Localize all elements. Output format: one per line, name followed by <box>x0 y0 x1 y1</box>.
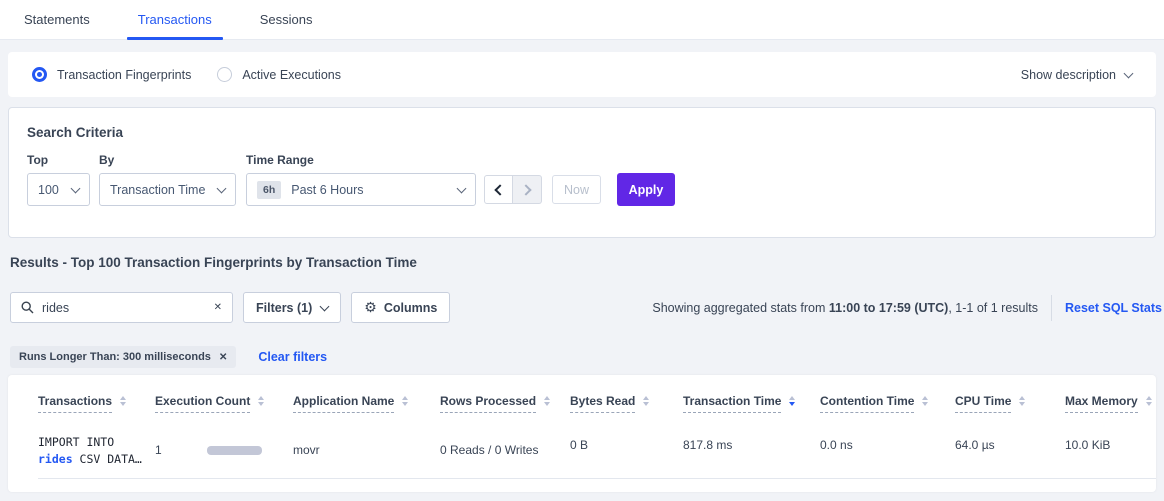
column-header-application-name[interactable]: Application Name <box>293 394 440 413</box>
show-description-label: Show description <box>1021 68 1116 82</box>
table-header-row: Transactions Execution Count Application… <box>38 375 1156 413</box>
filters-button-label: Filters (1) <box>256 301 312 315</box>
transaction-time-cell: 817.8 ms <box>683 426 820 478</box>
columns-button-label: Columns <box>384 301 437 315</box>
sort-icon <box>544 396 550 406</box>
table-row: IMPORT INTO rides CSV DATA… 1 movr 0 Rea… <box>38 426 1156 479</box>
clear-filters-link[interactable]: Clear filters <box>258 350 327 364</box>
column-header-contention-time[interactable]: Contention Time <box>820 394 955 413</box>
radio-active-executions-label: Active Executions <box>242 68 341 82</box>
filter-chip-label: Runs Longer Than: 300 milliseconds <box>19 351 211 363</box>
chevron-down-icon <box>217 183 227 193</box>
view-toggle-card: Transaction Fingerprints Active Executio… <box>8 52 1156 97</box>
tab-transactions-label: Transactions <box>138 12 212 27</box>
column-header-cpu-time[interactable]: CPU Time <box>955 394 1065 413</box>
search-criteria-title: Search Criteria <box>27 125 1155 140</box>
sort-icon <box>120 396 126 406</box>
results-table: Transactions Execution Count Application… <box>8 375 1156 492</box>
tab-sessions[interactable]: Sessions <box>249 0 324 39</box>
filter-chip-close-icon[interactable]: ✕ <box>219 352 227 363</box>
time-range-prev-button[interactable] <box>484 175 513 204</box>
radio-transaction-fingerprints-label: Transaction Fingerprints <box>57 68 191 82</box>
sort-icon <box>1019 396 1025 406</box>
execution-count-cell: 1 <box>155 426 293 478</box>
filters-button[interactable]: Filters (1) <box>243 292 341 323</box>
column-header-rows-processed[interactable]: Rows Processed <box>440 394 570 413</box>
column-header-transaction-time[interactable]: Transaction Time <box>683 394 820 413</box>
by-select[interactable]: Transaction Time <box>99 173 236 206</box>
search-icon <box>21 301 34 314</box>
search-clear-icon[interactable]: ✕ <box>214 302 222 313</box>
results-heading: Results - Top 100 Transaction Fingerprin… <box>10 255 417 270</box>
by-label: By <box>99 153 236 167</box>
bytes-read-cell: 0 B <box>570 426 683 478</box>
search-input[interactable] <box>42 301 202 315</box>
tab-statements[interactable]: Statements <box>13 0 101 39</box>
by-select-value: Transaction Time <box>110 183 205 197</box>
tab-transactions[interactable]: Transactions <box>127 0 223 39</box>
time-range-value: Past 6 Hours <box>291 183 363 197</box>
top-select-value: 100 <box>38 183 59 197</box>
time-range-badge: 6h <box>257 181 281 199</box>
max-memory-cell: 10.0 KiB <box>1065 426 1150 478</box>
active-filters-row: Runs Longer Than: 300 milliseconds ✕ Cle… <box>10 346 327 368</box>
chevron-down-icon <box>71 183 81 193</box>
chevron-down-icon <box>457 183 467 193</box>
chevron-left-icon <box>494 184 505 195</box>
stats-text: Showing aggregated stats from 11:00 to 1… <box>652 301 1038 315</box>
radio-unselected-icon <box>217 67 232 82</box>
rows-processed-cell: 0 Reads / 0 Writes <box>440 426 570 478</box>
results-controls: ✕ Filters (1) ⚙ Columns <box>10 292 450 323</box>
show-description-toggle[interactable]: Show description <box>1021 68 1132 82</box>
sort-icon <box>922 396 928 406</box>
sort-icon <box>1146 396 1152 406</box>
search-criteria-card: Search Criteria Top 100 By Transaction T… <box>8 107 1156 238</box>
time-range-next-button[interactable] <box>513 175 542 204</box>
radio-transaction-fingerprints[interactable]: Transaction Fingerprints <box>32 67 191 82</box>
column-header-max-memory[interactable]: Max Memory <box>1065 394 1150 413</box>
filter-chip[interactable]: Runs Longer Than: 300 milliseconds ✕ <box>10 346 236 368</box>
radio-selected-icon <box>32 67 47 82</box>
execution-count-bar <box>207 446 262 455</box>
tab-statements-label: Statements <box>24 12 90 27</box>
transaction-fingerprint-link[interactable]: rides <box>38 452 73 466</box>
chevron-down-icon <box>320 301 330 311</box>
cpu-time-cell: 64.0 µs <box>955 426 1065 478</box>
column-header-execution-count[interactable]: Execution Count <box>155 394 293 413</box>
sort-icon <box>643 396 649 406</box>
top-select[interactable]: 100 <box>27 173 90 206</box>
columns-button[interactable]: ⚙ Columns <box>351 292 450 323</box>
results-search-box[interactable]: ✕ <box>10 292 233 323</box>
tab-sessions-label: Sessions <box>260 12 313 27</box>
sort-icon <box>258 396 264 406</box>
sort-desc-icon <box>789 396 795 406</box>
column-header-bytes-read[interactable]: Bytes Read <box>570 394 683 413</box>
transaction-fingerprint-cell: IMPORT INTO rides CSV DATA… <box>38 426 155 478</box>
chevron-right-icon <box>520 184 531 195</box>
gear-icon: ⚙ <box>364 299 377 316</box>
application-name-cell: movr <box>293 426 440 478</box>
time-range-label: Time Range <box>246 153 476 167</box>
reset-sql-stats-link[interactable]: Reset SQL Stats <box>1065 301 1162 315</box>
aggregated-stats-line: Showing aggregated stats from 11:00 to 1… <box>652 292 1162 323</box>
apply-button[interactable]: Apply <box>617 173 675 206</box>
contention-time-cell: 0.0 ns <box>820 426 955 478</box>
radio-active-executions[interactable]: Active Executions <box>217 67 341 82</box>
divider <box>1051 295 1052 321</box>
chevron-down-icon <box>1124 68 1134 78</box>
sort-icon <box>402 396 408 406</box>
column-header-transactions[interactable]: Transactions <box>38 394 155 413</box>
top-label: Top <box>27 153 90 167</box>
sql-activity-tabbar: Statements Transactions Sessions <box>0 0 1164 40</box>
now-button[interactable]: Now <box>552 175 601 204</box>
time-range-select[interactable]: 6h Past 6 Hours <box>246 173 476 206</box>
